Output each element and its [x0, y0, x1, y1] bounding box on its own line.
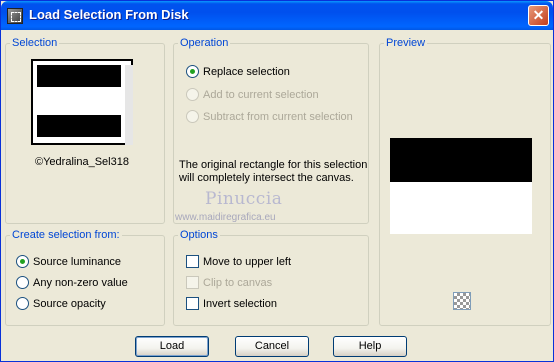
radio-indicator — [186, 65, 199, 78]
dialog-window: Load Selection From Disk ✕ Selection ©Ye… — [0, 0, 554, 362]
invert-selection-label: Invert selection — [203, 297, 277, 310]
radio-non-zero-label: Any non-zero value — [33, 276, 128, 289]
radio-any-non-zero[interactable]: Any non-zero value — [16, 276, 128, 289]
radio-indicator — [16, 297, 29, 310]
radio-source-opacity[interactable]: Source opacity — [16, 297, 106, 310]
radio-subtract-selection[interactable]: Subtract from current selection — [186, 110, 353, 123]
selection-thumbnail — [31, 59, 133, 145]
selection-group-label: Selection — [10, 37, 60, 49]
radio-opacity-label: Source opacity — [33, 297, 106, 310]
close-button[interactable]: ✕ — [528, 5, 549, 26]
checkbox-indicator — [186, 255, 199, 268]
move-upper-left-label: Move to upper left — [203, 255, 292, 268]
checkbox-indicator — [186, 297, 199, 310]
radio-indicator — [186, 110, 199, 123]
watermark-name: Pinuccia — [205, 189, 283, 209]
selection-name: ©Yedralina_Sel318 — [35, 156, 129, 168]
watermark-url: www.maidiregrafica.eu — [175, 212, 276, 223]
radio-indicator — [16, 276, 29, 289]
radio-indicator — [16, 255, 29, 268]
checkbox-clip-canvas[interactable]: Clip to canvas — [186, 276, 272, 289]
cancel-button[interactable]: Cancel — [235, 336, 309, 357]
checkbox-move-upper-left[interactable]: Move to upper left — [186, 255, 291, 268]
radio-subtract-label: Subtract from current selection — [203, 110, 353, 123]
radio-indicator — [186, 88, 199, 101]
radio-source-luminance[interactable]: Source luminance — [16, 255, 121, 268]
title-bar[interactable]: Load Selection From Disk ✕ — [1, 1, 553, 30]
checkerboard-icon[interactable] — [453, 292, 471, 310]
preview-group-label: Preview — [384, 37, 428, 49]
checkbox-invert-selection[interactable]: Invert selection — [186, 297, 277, 310]
radio-luminance-label: Source luminance — [33, 255, 122, 268]
radio-add-label: Add to current selection — [203, 88, 319, 101]
preview-image — [390, 138, 532, 234]
selection-app-icon — [7, 8, 23, 24]
window-title: Load Selection From Disk — [29, 7, 189, 22]
clip-canvas-label: Clip to canvas — [203, 276, 273, 289]
create-group-label: Create selection from: — [10, 229, 122, 241]
options-group-label: Options — [178, 229, 220, 241]
checkbox-indicator — [186, 276, 199, 289]
radio-replace-label: Replace selection — [203, 65, 290, 78]
intersect-note: The original rectangle for this selectio… — [179, 159, 368, 184]
operation-group-label: Operation — [178, 37, 231, 49]
load-button[interactable]: Load — [135, 336, 209, 357]
radio-add-selection[interactable]: Add to current selection — [186, 88, 319, 101]
help-button[interactable]: Help — [333, 336, 407, 357]
radio-replace-selection[interactable]: Replace selection — [186, 65, 290, 78]
